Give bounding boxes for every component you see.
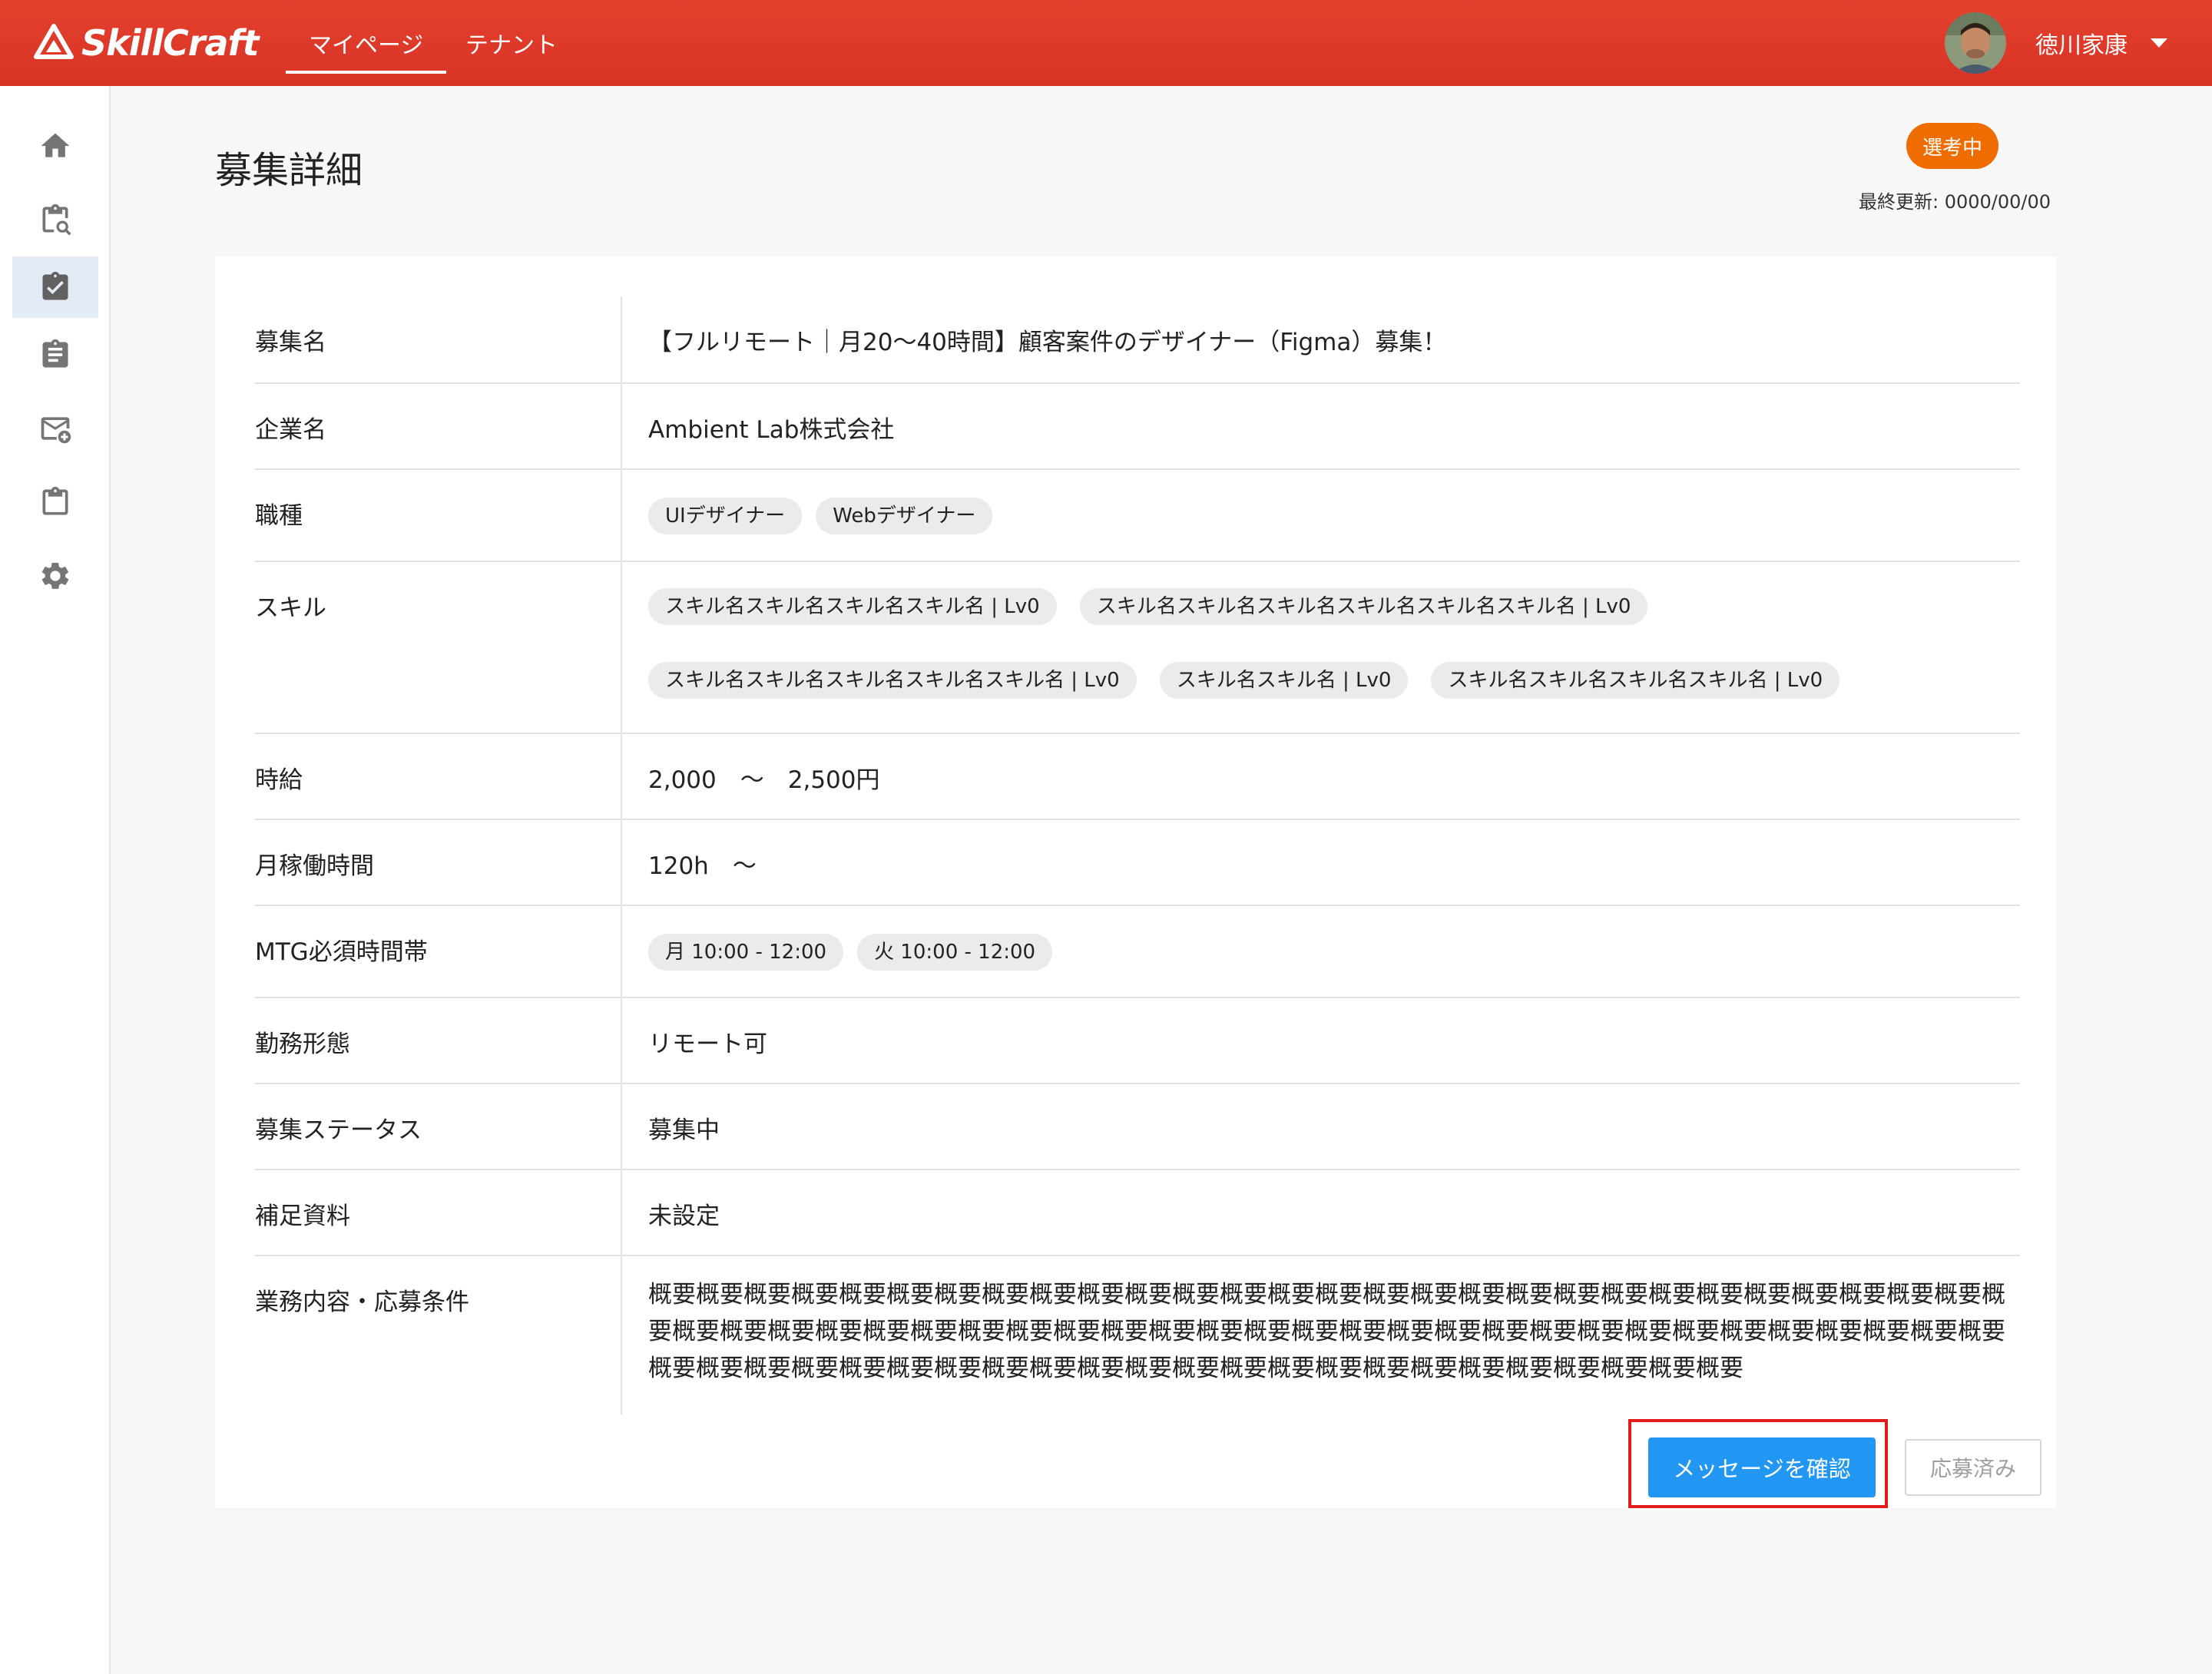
value-work-style: リモート可 bbox=[648, 1031, 767, 1058]
value-recruit-name: 【フルリモート｜月20〜40時間】顧客案件のデザイナー（Figma）募集！ bbox=[648, 329, 1447, 356]
sidebar-item-home[interactable] bbox=[12, 115, 98, 177]
label-hourly-wage: 時給 bbox=[255, 766, 303, 794]
assignment-check-icon bbox=[42, 271, 68, 300]
divider bbox=[621, 998, 622, 1084]
applied-button: 応募済み bbox=[1905, 1439, 2041, 1496]
divider bbox=[621, 906, 622, 998]
divider bbox=[621, 1256, 622, 1414]
job-type-chips: UIデザイナー Webデザイナー bbox=[648, 498, 2000, 534]
divider bbox=[621, 820, 622, 906]
gear-icon bbox=[41, 562, 69, 589]
avatar[interactable] bbox=[1945, 12, 2006, 74]
value-company: Ambient Lab株式会社 bbox=[648, 416, 895, 444]
chip-skill: スキル名スキル名スキル名スキル名スキル名スキル名 | Lv0 bbox=[1079, 588, 1648, 625]
value-description: 概要概要概要概要概要概要概要概要概要概要概要概要概要概要概要概要概要概要概要概要… bbox=[648, 1281, 2005, 1382]
label-company: 企業名 bbox=[255, 416, 326, 444]
label-description: 業務内容・応募条件 bbox=[255, 1289, 469, 1316]
divider bbox=[621, 734, 622, 820]
row-recruit-status: 募集ステータス 募集中 bbox=[255, 1084, 2020, 1170]
top-app-bar: SkillCraft マイページ テナント 徳川家康 bbox=[0, 0, 2212, 86]
job-search-icon bbox=[42, 203, 71, 236]
sidebar-item-applications[interactable] bbox=[12, 256, 98, 318]
divider bbox=[621, 562, 622, 734]
row-work-style: 勤務形態 リモート可 bbox=[255, 998, 2020, 1084]
value-monthly-hours: 120h ～ bbox=[648, 852, 757, 880]
row-materials: 補足資料 未設定 bbox=[255, 1170, 2020, 1256]
chip-mtg-time: 火 10:00 - 12:00 bbox=[857, 934, 1053, 971]
app-name: SkillCraft bbox=[81, 22, 260, 64]
tab-tenant[interactable]: テナント bbox=[465, 26, 558, 60]
skill-chips: スキル名スキル名スキル名スキル名 | Lv0 スキル名スキル名スキル名スキル名ス… bbox=[648, 588, 1892, 699]
divider bbox=[621, 1084, 622, 1170]
highlight-box bbox=[1628, 1419, 1888, 1508]
chip-mtg-time: 月 10:00 - 12:00 bbox=[648, 934, 844, 971]
assignment-icon bbox=[42, 339, 68, 368]
chip-job-type: UIデザイナー bbox=[648, 498, 803, 534]
chip-skill: スキル名スキル名スキル名スキル名 | Lv0 bbox=[648, 588, 1057, 625]
label-skills: スキル bbox=[255, 594, 326, 622]
sidebar-item-projects[interactable] bbox=[12, 324, 98, 385]
divider bbox=[621, 384, 622, 470]
row-company: 企業名 Ambient Lab株式会社 bbox=[255, 384, 2020, 470]
divider bbox=[621, 296, 622, 384]
row-hourly-wage: 時給 2,000 ～ 2,500円 bbox=[255, 734, 2020, 820]
row-description: 業務内容・応募条件 概要概要概要概要概要概要概要概要概要概要概要概要概要概要概要… bbox=[255, 1256, 2020, 1414]
logo-mark-icon bbox=[34, 24, 74, 59]
status-badge: 選考中 bbox=[1906, 123, 1998, 169]
chevron-down-icon[interactable] bbox=[2151, 38, 2167, 48]
sidebar-item-job-search[interactable] bbox=[12, 189, 98, 250]
label-mtg-time: MTG必須時間帯 bbox=[255, 938, 428, 966]
label-monthly-hours: 月稼働時間 bbox=[255, 852, 374, 880]
row-monthly-hours: 月稼働時間 120h ～ bbox=[255, 820, 2020, 906]
app-logo[interactable]: SkillCraft bbox=[32, 20, 260, 66]
label-job-type: 職種 bbox=[255, 502, 303, 530]
label-recruit-name: 募集名 bbox=[255, 329, 326, 356]
row-job-type: 職種 UIデザイナー Webデザイナー bbox=[255, 470, 2020, 562]
user-photo bbox=[1945, 12, 2006, 74]
label-recruit-status: 募集ステータス bbox=[255, 1117, 422, 1144]
home-icon bbox=[41, 133, 70, 157]
value-materials: 未設定 bbox=[648, 1203, 720, 1230]
user-name[interactable]: 徳川家康 bbox=[2035, 26, 2128, 60]
sidebar bbox=[0, 86, 111, 1674]
sidebar-item-messages[interactable] bbox=[12, 398, 98, 459]
value-recruit-status: 募集中 bbox=[648, 1117, 720, 1144]
chip-job-type: Webデザイナー bbox=[816, 498, 993, 534]
clipboard-icon bbox=[42, 486, 68, 515]
row-mtg-time: MTG必須時間帯 月 10:00 - 12:00 火 10:00 - 12:00 bbox=[255, 906, 2020, 998]
chip-skill: スキル名スキル名スキル名スキル名スキル名 | Lv0 bbox=[648, 662, 1137, 699]
tab-mypage[interactable]: マイページ bbox=[285, 26, 447, 74]
mtg-time-chips: 月 10:00 - 12:00 火 10:00 - 12:00 bbox=[648, 934, 2000, 971]
page-title: 募集詳細 bbox=[215, 149, 363, 192]
divider bbox=[621, 1170, 622, 1256]
detail-card: 募集名 【フルリモート｜月20〜40時間】顧客案件のデザイナー（Figma）募集… bbox=[215, 256, 2057, 1508]
mail-add-icon bbox=[41, 417, 71, 444]
sidebar-item-settings[interactable] bbox=[12, 545, 98, 607]
row-recruit-name: 募集名 【フルリモート｜月20〜40時間】顧客案件のデザイナー（Figma）募集… bbox=[255, 296, 2020, 384]
value-hourly-wage: 2,000 ～ 2,500円 bbox=[648, 766, 880, 794]
sidebar-item-clipboard[interactable] bbox=[12, 471, 98, 533]
label-work-style: 勤務形態 bbox=[255, 1031, 350, 1058]
divider bbox=[621, 470, 622, 562]
last-updated: 最終更新: 0000/00/00 bbox=[1859, 191, 2051, 213]
label-materials: 補足資料 bbox=[255, 1203, 350, 1230]
chip-skill: スキル名スキル名 | Lv0 bbox=[1159, 662, 1409, 699]
chip-skill: スキル名スキル名スキル名スキル名 | Lv0 bbox=[1431, 662, 1840, 699]
row-skills: スキル スキル名スキル名スキル名スキル名 | Lv0 スキル名スキル名スキル名ス… bbox=[255, 562, 2020, 734]
